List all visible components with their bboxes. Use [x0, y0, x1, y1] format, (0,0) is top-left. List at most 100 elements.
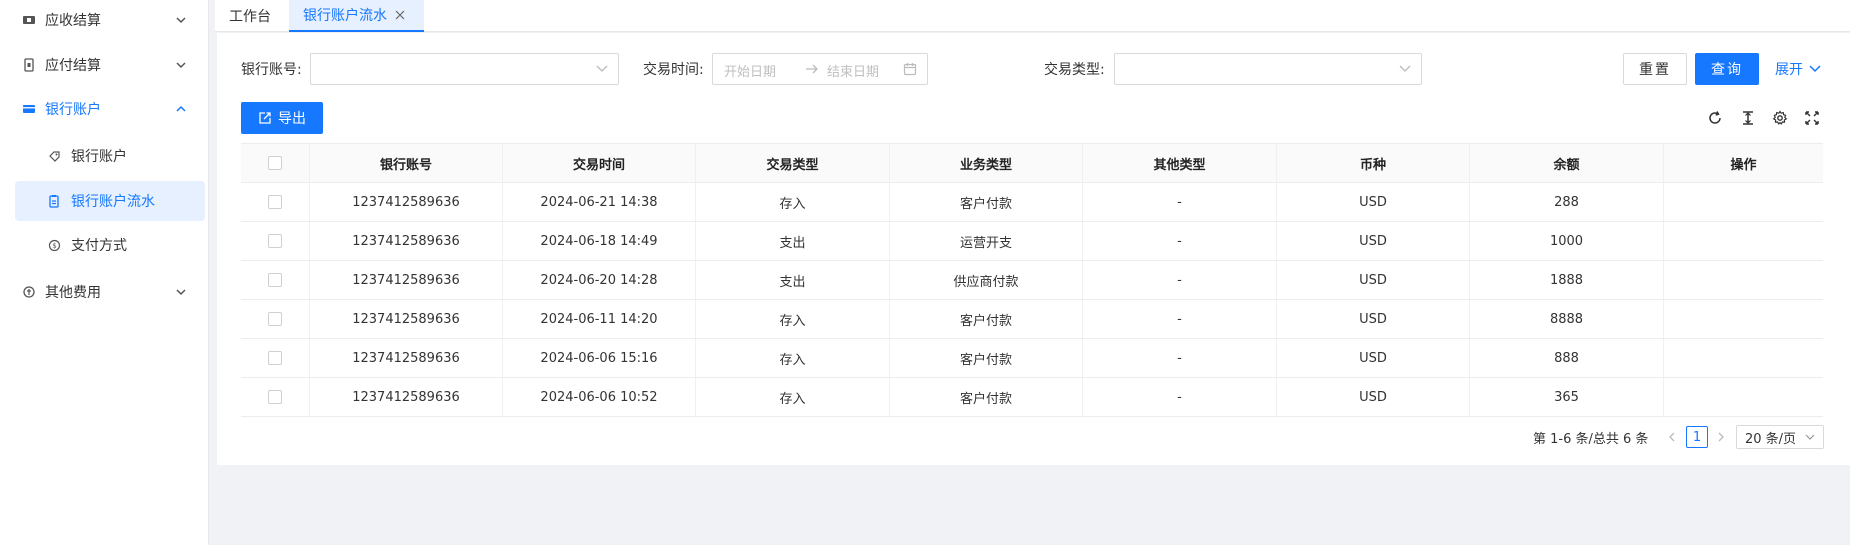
column-height-icon[interactable]	[1740, 110, 1756, 126]
table-cell: 1237412589636	[310, 378, 503, 416]
chevron-down-icon	[1399, 65, 1411, 72]
select-all-checkbox[interactable]	[268, 156, 282, 170]
row-select-cell	[241, 183, 310, 221]
sidebar-subitem-bank-account[interactable]: 银行账户	[15, 136, 205, 176]
sidebar-item-receivable[interactable]: 应收结算	[0, 0, 209, 40]
table-cell: 2024-06-21 14:38	[503, 183, 696, 221]
chevron-down-icon	[596, 65, 608, 72]
sidebar-item-other-fees[interactable]: 其他费用	[0, 270, 209, 314]
reset-button[interactable]: 重置	[1623, 53, 1687, 85]
sidebar-item-label: 应付结算	[45, 58, 101, 74]
chevron-down-icon	[1805, 434, 1815, 440]
column-header: 交易时间	[503, 144, 696, 182]
table-row: 1237412589636 2024-06-06 10:52 存入 客户付款 -…	[241, 378, 1823, 417]
table-cell: 存入	[696, 183, 890, 221]
expand-toggle[interactable]: 展开	[1775, 59, 1821, 79]
type-filter-label: 交易类型:	[1044, 62, 1105, 78]
table-cell: 8888	[1470, 300, 1664, 338]
table-cell: 288	[1470, 183, 1664, 221]
sidebar-subitem-bank-statement[interactable]: 银行账户流水	[15, 181, 205, 221]
table-cell: 客户付款	[890, 183, 1083, 221]
calendar-icon	[903, 63, 917, 76]
row-select-cell	[241, 300, 310, 338]
time-filter-label: 交易时间:	[643, 62, 704, 78]
table-cell	[1664, 183, 1823, 221]
column-header: 币种	[1277, 144, 1470, 182]
sidebar-item-bank-account[interactable]: 银行账户	[0, 87, 209, 131]
tab-label: 工作台	[229, 9, 271, 25]
tab-workbench[interactable]: 工作台	[215, 0, 289, 32]
row-checkbox[interactable]	[268, 312, 282, 326]
export-icon	[259, 112, 271, 124]
close-icon[interactable]	[395, 10, 405, 20]
sidebar-subitem-payment-method[interactable]: $ 支付方式	[15, 225, 205, 265]
table-cell: 1237412589636	[310, 222, 503, 260]
table-cell: 1237412589636	[310, 339, 503, 377]
table-cell: -	[1083, 339, 1277, 377]
table-cell	[1664, 300, 1823, 338]
chevron-down-icon	[176, 62, 186, 69]
table-cell: -	[1083, 261, 1277, 299]
ticket-icon	[22, 13, 36, 27]
table-cell: 运营开支	[890, 222, 1083, 260]
sidebar-subitem-label: 银行账户	[71, 149, 127, 165]
table-cell: 客户付款	[890, 339, 1083, 377]
table-cell	[1664, 339, 1823, 377]
row-select-cell	[241, 339, 310, 377]
table-cell: 2024-06-06 10:52	[503, 378, 696, 416]
tab-bank-statement[interactable]: 银行账户流水	[289, 0, 424, 32]
card-icon	[22, 102, 36, 116]
coins-icon	[22, 285, 36, 299]
column-header: 操作	[1730, 157, 1757, 173]
start-date-input[interactable]: 开始日期	[724, 61, 776, 80]
table-cell: 1000	[1470, 222, 1664, 260]
gear-icon[interactable]	[1772, 110, 1788, 126]
table-cell: -	[1083, 378, 1277, 416]
sidebar-item-label: 应收结算	[45, 13, 101, 29]
page-size-select[interactable]: 20 条/页	[1736, 425, 1824, 449]
export-label: 导出	[278, 111, 306, 127]
sidebar-item-label: 银行账户	[45, 102, 101, 118]
date-range-picker[interactable]: 开始日期 结束日期	[712, 53, 928, 85]
export-button[interactable]: 导出	[241, 102, 323, 134]
table-cell: 存入	[696, 300, 890, 338]
column-header: 银行账号	[310, 144, 503, 182]
row-select-cell	[241, 222, 310, 260]
sidebar-item-payable[interactable]: 应付结算	[0, 43, 209, 87]
row-checkbox[interactable]	[268, 390, 282, 404]
sidebar-subitem-label: 支付方式	[71, 238, 127, 254]
select-all-cell	[241, 144, 310, 182]
row-checkbox[interactable]	[268, 351, 282, 365]
account-select[interactable]	[310, 53, 619, 85]
chevron-right-icon[interactable]	[1716, 431, 1726, 443]
chevron-down-icon	[176, 17, 186, 24]
table-cell: 1237412589636	[310, 261, 503, 299]
tag-icon	[47, 149, 61, 163]
row-select-cell	[241, 378, 310, 416]
sidebar-subitem-label: 银行账户流水	[71, 194, 155, 210]
fullscreen-icon[interactable]	[1804, 110, 1820, 126]
transaction-type-select[interactable]	[1114, 53, 1422, 85]
table-cell: 888	[1470, 339, 1664, 377]
table-cell: USD	[1277, 378, 1470, 416]
svg-text:$: $	[52, 242, 56, 250]
expand-label: 展开	[1775, 62, 1803, 78]
page-size-value: 20 条/页	[1745, 431, 1797, 447]
row-checkbox[interactable]	[268, 195, 282, 209]
row-checkbox[interactable]	[268, 234, 282, 248]
refresh-icon[interactable]	[1707, 110, 1723, 126]
account-filter-label: 银行账号:	[241, 62, 302, 78]
table-cell: 支出	[696, 222, 890, 260]
table-cell	[1664, 378, 1823, 416]
table-cell: 1237412589636	[310, 183, 503, 221]
table-cell: USD	[1277, 339, 1470, 377]
query-button[interactable]: 查询	[1695, 53, 1759, 85]
row-checkbox[interactable]	[268, 273, 282, 287]
column-header: 余额	[1470, 144, 1664, 182]
chevron-left-icon[interactable]	[1667, 431, 1677, 443]
table-row: 1237412589636 2024-06-06 15:16 存入 客户付款 -…	[241, 339, 1823, 378]
page-number-button[interactable]: 1	[1686, 426, 1708, 448]
table-row: 1237412589636 2024-06-20 14:28 支出 供应商付款 …	[241, 261, 1823, 300]
end-date-input[interactable]: 结束日期	[827, 61, 879, 80]
table-cell: 客户付款	[890, 378, 1083, 416]
